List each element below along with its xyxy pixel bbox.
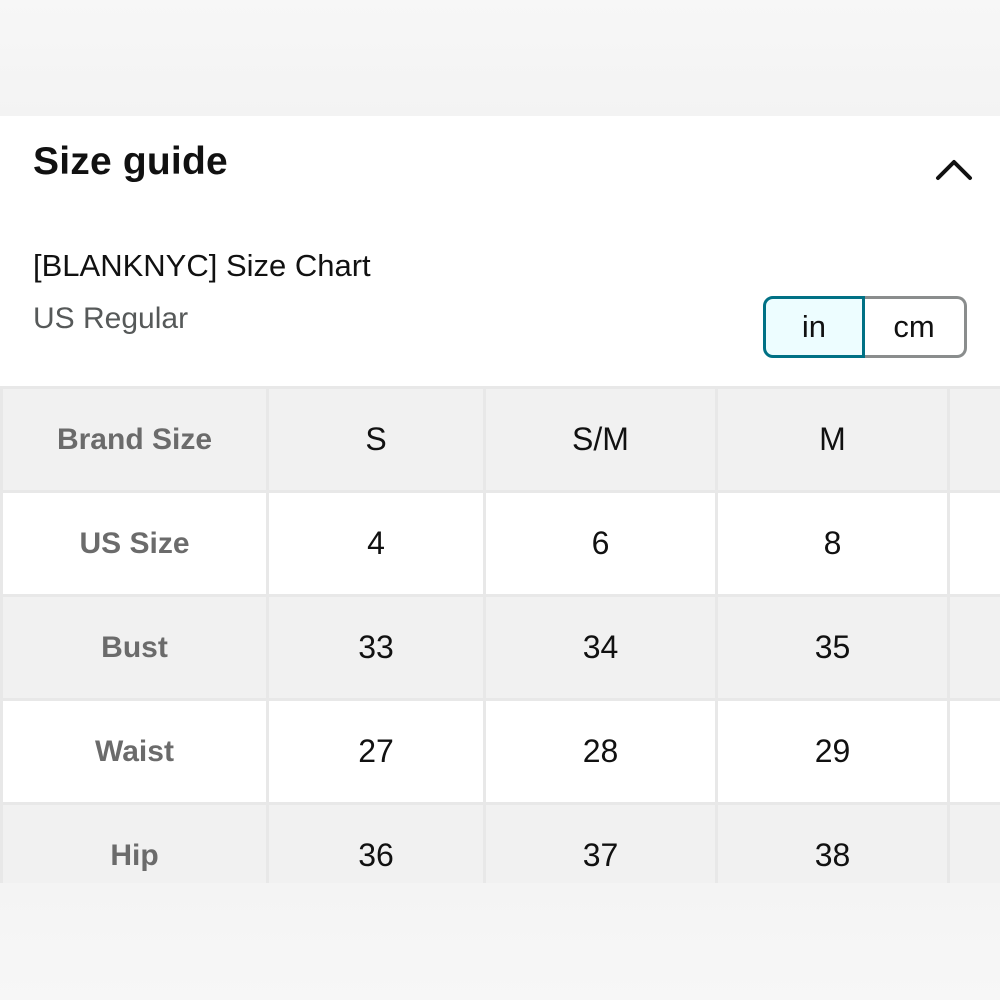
page-title: Size guide xyxy=(33,140,228,183)
table-cell: 6 xyxy=(483,490,718,597)
collapse-button[interactable] xyxy=(930,150,978,190)
table-cell xyxy=(947,594,1000,701)
size-table: Brand Size S S/M M US Size 4 6 8 Bust 33… xyxy=(0,386,1000,883)
size-chart-title: [BLANKNYC] Size Chart xyxy=(33,248,371,283)
table-row-hip: Hip 36 37 38 xyxy=(0,802,1000,883)
unit-option-in[interactable]: in xyxy=(763,296,865,358)
table-cell: M xyxy=(715,386,950,493)
chevron-up-icon xyxy=(936,160,972,180)
row-header: US Size xyxy=(0,490,269,597)
table-cell xyxy=(947,698,1000,805)
table-cell: 34 xyxy=(483,594,718,701)
table-cell: 29 xyxy=(715,698,950,805)
row-header: Bust xyxy=(0,594,269,701)
table-cell xyxy=(947,802,1000,883)
table-row-waist: Waist 27 28 29 xyxy=(0,698,1000,805)
table-cell: 28 xyxy=(483,698,718,805)
size-table-container[interactable]: Brand Size S S/M M US Size 4 6 8 Bust 33… xyxy=(0,386,1000,883)
table-cell: 33 xyxy=(266,594,486,701)
row-header: Brand Size xyxy=(0,386,269,493)
size-region-label: US Regular xyxy=(33,302,189,335)
table-cell: 36 xyxy=(266,802,486,883)
table-cell xyxy=(947,490,1000,597)
row-header: Waist xyxy=(0,698,269,805)
table-cell: 37 xyxy=(483,802,718,883)
table-cell: S xyxy=(266,386,486,493)
table-row-us-size: US Size 4 6 8 xyxy=(0,490,1000,597)
unit-toggle: in cm xyxy=(763,296,967,358)
table-cell: 4 xyxy=(266,490,486,597)
bottom-backdrop xyxy=(0,883,1000,1000)
table-row-brand-size: Brand Size S S/M M xyxy=(0,386,1000,493)
table-cell: S/M xyxy=(483,386,718,493)
top-backdrop xyxy=(0,0,1000,116)
table-cell: 27 xyxy=(266,698,486,805)
table-cell: 35 xyxy=(715,594,950,701)
table-cell: 38 xyxy=(715,802,950,883)
table-cell: 8 xyxy=(715,490,950,597)
table-cell xyxy=(947,386,1000,493)
row-header: Hip xyxy=(0,802,269,883)
table-row-bust: Bust 33 34 35 xyxy=(0,594,1000,701)
unit-option-cm[interactable]: cm xyxy=(864,296,967,358)
